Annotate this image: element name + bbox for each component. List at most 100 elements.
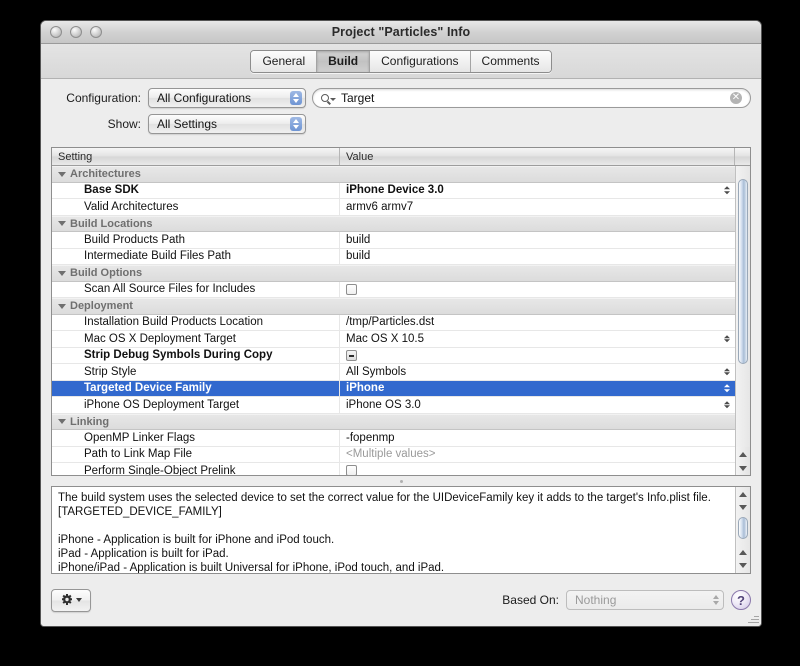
window-titlebar: Project "Particles" Info: [41, 21, 761, 44]
gear-action-button[interactable]: [51, 589, 91, 612]
value-label: iPhone Device 3.0: [346, 184, 444, 196]
clear-search-icon[interactable]: ✕: [730, 92, 742, 104]
cell-value[interactable]: build: [340, 249, 735, 265]
cell-value[interactable]: -fopenmp: [340, 430, 735, 446]
show-row: Show: All Settings: [51, 113, 751, 135]
tabbar: General Build Configurations Comments: [250, 50, 551, 73]
table-row[interactable]: Mac OS X Deployment Target Mac OS X 10.5: [52, 331, 735, 348]
cell-value[interactable]: /tmp/Particles.dst: [340, 315, 735, 331]
setting-label: Strip Debug Symbols During Copy: [84, 349, 272, 361]
value-label: Mac OS X 10.5: [346, 333, 424, 345]
disclosure-triangle-icon[interactable]: [58, 221, 66, 226]
checkbox-unchecked[interactable]: [346, 284, 357, 295]
show-dropdown[interactable]: All Settings: [148, 114, 306, 134]
table-group-row[interactable]: Architectures: [52, 166, 735, 183]
table-row[interactable]: Scan All Source Files for Includes: [52, 282, 735, 299]
table-row[interactable]: Targeted Device FamilyiPhone: [52, 381, 735, 398]
tab-build[interactable]: Build: [317, 51, 370, 72]
disclosure-triangle-icon[interactable]: [58, 172, 66, 177]
table-group-row[interactable]: Deployment: [52, 298, 735, 315]
description-scrollbar-thumb[interactable]: [738, 517, 748, 539]
minimize-button[interactable]: [70, 26, 82, 38]
table-group-row[interactable]: Build Options: [52, 265, 735, 282]
table-row[interactable]: Build Products Path build: [52, 232, 735, 249]
description-scroll-down-arrow-icon-2[interactable]: [736, 559, 750, 572]
tabbar-area: General Build Configurations Comments: [41, 44, 761, 79]
cell-value[interactable]: <Multiple values>: [340, 447, 735, 463]
table-row[interactable]: OpenMP Linker Flags-fopenmp: [52, 430, 735, 447]
cell-value[interactable]: armv6 armv7: [340, 199, 735, 215]
description-scroll-down-arrow-icon[interactable]: [736, 501, 750, 514]
disclosure-triangle-icon[interactable]: [58, 271, 66, 276]
configuration-row: Configuration: All Configurations Target…: [51, 87, 751, 109]
table-row[interactable]: Installation Build Products Location/tmp…: [52, 315, 735, 332]
chevron-updown-icon[interactable]: [724, 401, 730, 409]
table-row[interactable]: Base SDK iPhone Device 3.0: [52, 183, 735, 200]
table-row[interactable]: Strip Debug Symbols During Copy: [52, 348, 735, 365]
resize-grip-icon[interactable]: [747, 612, 759, 624]
table-row[interactable]: Path to Link Map File<Multiple values>: [52, 447, 735, 464]
cell-setting: Targeted Device Family: [52, 381, 340, 397]
table-row[interactable]: Perform Single-Object Prelink: [52, 463, 735, 475]
cell-value[interactable]: Mac OS X 10.5: [340, 331, 735, 347]
scroll-down-arrow-icon[interactable]: [736, 461, 750, 475]
chevron-updown-icon[interactable]: [724, 368, 730, 376]
table-row[interactable]: Strip Style All Symbols: [52, 364, 735, 381]
cell-value[interactable]: [340, 463, 735, 475]
cell-setting: Base SDK: [52, 183, 340, 199]
description-scroll-up-arrow-icon[interactable]: [736, 488, 750, 501]
chevron-updown-icon[interactable]: [724, 385, 730, 393]
cell-value[interactable]: iPhone OS 3.0: [340, 397, 735, 413]
cell-value[interactable]: iPhone: [340, 381, 735, 397]
gear-icon: [61, 594, 73, 606]
cell-setting: Mac OS X Deployment Target: [52, 331, 340, 347]
cell-setting: Strip Style: [52, 364, 340, 380]
cell-value[interactable]: build: [340, 232, 735, 248]
based-on-dropdown-value: Nothing: [575, 593, 616, 607]
search-field[interactable]: Target ✕: [312, 88, 751, 108]
description-scroll-up-arrow-icon-2[interactable]: [736, 546, 750, 559]
column-header-value[interactable]: Value: [340, 148, 735, 165]
table-row[interactable]: Valid Architecturesarmv6 armv7: [52, 199, 735, 216]
tab-comments[interactable]: Comments: [471, 51, 551, 72]
search-icon[interactable]: [321, 94, 336, 102]
configuration-dropdown-value: All Configurations: [157, 91, 251, 105]
scroll-up-arrow-icon[interactable]: [736, 447, 750, 461]
table-scrollbar-thumb[interactable]: [738, 179, 748, 364]
help-button[interactable]: ?: [731, 590, 751, 610]
splitter-grabber[interactable]: [51, 476, 751, 486]
table-row[interactable]: iPhone OS Deployment TargetiPhone OS 3.0: [52, 397, 735, 414]
chevron-down-icon: [76, 598, 82, 602]
table-group-row[interactable]: Linking: [52, 414, 735, 431]
table-group-row[interactable]: Build Locations: [52, 216, 735, 233]
close-button[interactable]: [50, 26, 62, 38]
cell-value[interactable]: iPhone Device 3.0: [340, 183, 735, 199]
cell-value[interactable]: [340, 348, 735, 364]
tab-general[interactable]: General: [251, 51, 317, 72]
tab-configurations[interactable]: Configurations: [370, 51, 470, 72]
description-scrollbar[interactable]: [735, 487, 750, 573]
table-scrollbar[interactable]: [735, 166, 750, 475]
based-on-dropdown[interactable]: Nothing: [566, 590, 724, 610]
setting-label: Build Products Path: [84, 234, 185, 246]
value-label: -fopenmp: [346, 432, 395, 444]
table-row[interactable]: Intermediate Build Files Pathbuild: [52, 249, 735, 266]
cell-value[interactable]: All Symbols: [340, 364, 735, 380]
disclosure-triangle-icon[interactable]: [58, 419, 66, 424]
checkbox-unchecked[interactable]: [346, 465, 357, 475]
cell-setting: Architectures: [52, 167, 735, 182]
value-label: All Symbols: [346, 366, 406, 378]
grabber-dot-icon: [400, 480, 403, 483]
zoom-button[interactable]: [90, 26, 102, 38]
chevron-updown-icon[interactable]: [724, 335, 730, 343]
chevron-updown-icon[interactable]: [724, 187, 730, 195]
column-header-setting[interactable]: Setting: [52, 148, 340, 165]
search-input[interactable]: Target: [341, 91, 730, 105]
cell-value[interactable]: [340, 282, 735, 298]
configuration-dropdown[interactable]: All Configurations: [148, 88, 306, 108]
cell-setting: Perform Single-Object Prelink: [52, 463, 340, 475]
checkbox-mixed[interactable]: [346, 350, 357, 361]
chevron-updown-icon: [713, 595, 719, 605]
table-body-area: ArchitecturesBase SDK iPhone Device 3.0 Va…: [52, 166, 750, 475]
disclosure-triangle-icon[interactable]: [58, 304, 66, 309]
